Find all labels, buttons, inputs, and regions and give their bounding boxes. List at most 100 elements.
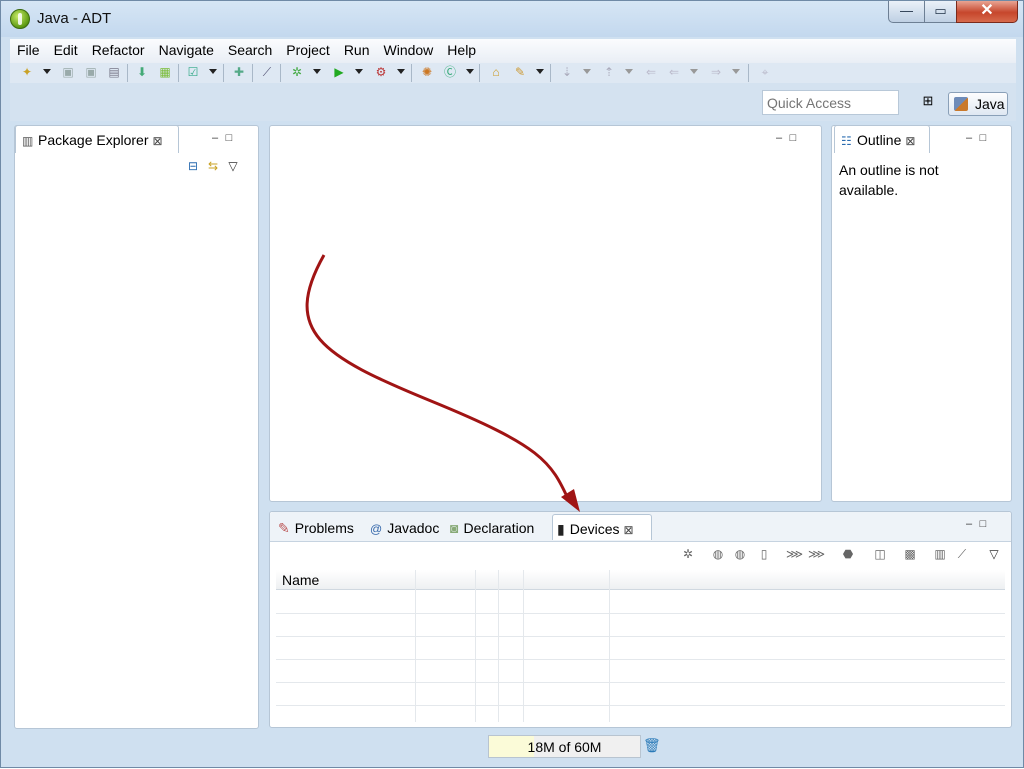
debug-process-icon[interactable]: ✲: [680, 546, 696, 562]
stop-process-icon[interactable]: ⬣: [840, 546, 856, 562]
run-icon[interactable]: ▶: [332, 65, 346, 79]
back-dropdown-icon[interactable]: [690, 69, 698, 74]
minimize-view-icon[interactable]: –: [962, 132, 976, 144]
device-icon: ▮: [557, 521, 565, 537]
tab-package-explorer[interactable]: ▥ Package Explorer ⊠: [15, 125, 179, 153]
new-icon[interactable]: ✦: [20, 65, 34, 79]
dump-view-hierarchy-icon[interactable]: ▥: [932, 546, 948, 562]
sdk-manager-icon[interactable]: ⬇: [135, 65, 149, 79]
column-name[interactable]: Name: [282, 572, 319, 588]
avd-manager-icon[interactable]: ▦: [158, 65, 172, 79]
java-perspective-button[interactable]: Java: [948, 92, 1008, 116]
new-java-package-icon[interactable]: ✺: [420, 65, 434, 79]
menu-refactor[interactable]: Refactor: [85, 39, 152, 61]
menu-file[interactable]: File: [10, 39, 47, 61]
tab-label: Outline: [857, 132, 902, 148]
new-class-dropdown-icon[interactable]: [466, 69, 474, 74]
prev-annotation-dropdown-icon[interactable]: [625, 69, 633, 74]
skip-breakpoints-icon[interactable]: ⟋: [260, 65, 274, 79]
tab-outline[interactable]: ☷ Outline ⊠: [834, 125, 930, 153]
start-method-profiling-icon[interactable]: ⋙: [808, 546, 825, 562]
garbage-collect-icon[interactable]: 🗑: [643, 737, 661, 755]
minimize-button[interactable]: —: [888, 1, 925, 23]
search-tool-icon[interactable]: ✎: [513, 65, 527, 79]
tab-devices[interactable]: ▮ Devices ⊠: [552, 514, 652, 540]
tab-problems[interactable]: ✎ Problems: [274, 514, 358, 540]
forward-icon[interactable]: ⇒: [709, 65, 723, 79]
outline-panel: ☷ Outline ⊠ – □ An outline is not available…: [831, 125, 1012, 502]
maximize-editor-icon[interactable]: □: [786, 132, 800, 144]
prev-annotation-icon[interactable]: ⇡: [602, 65, 616, 79]
new-java-class-icon[interactable]: Ⓒ: [443, 65, 457, 79]
next-annotation-icon[interactable]: ⇣: [560, 65, 574, 79]
maximize-button[interactable]: ▭: [924, 1, 957, 23]
view-menu-icon[interactable]: ▽: [223, 159, 243, 173]
dump-hprof-icon[interactable]: ◍: [732, 546, 748, 562]
package-explorer-toolbar: ⊟ ⇆ ▽: [183, 159, 255, 173]
back-icon[interactable]: ⇐: [667, 65, 681, 79]
external-tools-dropdown-icon[interactable]: [397, 69, 405, 74]
title-bar[interactable]: Java - ADT — ▭ ✕: [1, 1, 1023, 37]
bottom-tab-row: ✎ Problems @ Javadoc ◙ Declaration ▮ Devices…: [270, 512, 1011, 542]
link-with-editor-icon[interactable]: ⇆: [203, 159, 223, 173]
open-type-icon[interactable]: ⌂: [489, 65, 503, 79]
heap-status[interactable]: 18M of 60M: [488, 735, 641, 758]
menu-window[interactable]: Window: [377, 39, 441, 61]
forward-dropdown-icon[interactable]: [732, 69, 740, 74]
open-perspective-icon[interactable]: ⊞: [918, 93, 938, 111]
debug-icon[interactable]: ✲: [290, 65, 304, 79]
update-heap-icon[interactable]: ◍: [710, 546, 726, 562]
lint-icon[interactable]: ☑: [186, 65, 200, 79]
debug-dropdown-icon[interactable]: [313, 69, 321, 74]
tab-declaration[interactable]: ◙ Declaration: [446, 514, 538, 540]
close-tab-icon[interactable]: ⊠: [905, 134, 915, 148]
editor-controls: – □: [772, 132, 802, 144]
lint-dropdown-icon[interactable]: [209, 69, 217, 74]
minimize-editor-icon[interactable]: –: [772, 132, 786, 144]
pin-editor-icon[interactable]: ⌖: [758, 65, 772, 79]
collapse-all-icon[interactable]: ⊟: [183, 159, 203, 173]
close-tab-icon[interactable]: ⊠: [153, 134, 163, 148]
maximize-view-icon[interactable]: □: [976, 132, 990, 144]
last-edit-icon[interactable]: ⇐: [644, 65, 658, 79]
javadoc-icon: @: [370, 522, 383, 536]
devices-table[interactable]: Name: [276, 570, 1005, 722]
tab-label: Javadoc: [387, 520, 440, 536]
search-dropdown-icon[interactable]: [536, 69, 544, 74]
print-icon[interactable]: ▤: [107, 65, 121, 79]
menu-search[interactable]: Search: [221, 39, 279, 61]
quick-access-bar: ⊞ Java: [10, 83, 1016, 121]
new-android-project-icon[interactable]: ✚: [232, 65, 246, 79]
devices-toolbar: ✲ ◍ ◍ ▯ ⋙ ⋙ ⬣ ◫ ▩ ▥ ⟋ ▽: [680, 546, 1010, 564]
ide-window: Java - ADT — ▭ ✕ File Edit Refactor Navigat…: [0, 0, 1024, 768]
menu-run[interactable]: Run: [337, 39, 377, 61]
editor-area[interactable]: – □: [269, 125, 822, 502]
quick-access-input[interactable]: [762, 90, 899, 115]
menu-help[interactable]: Help: [440, 39, 483, 61]
maximize-view-icon[interactable]: □: [222, 132, 236, 144]
save-all-icon[interactable]: ▣: [84, 65, 98, 79]
cause-gc-icon[interactable]: ▯: [756, 546, 772, 562]
view-menu-icon[interactable]: ▽: [986, 546, 1002, 562]
save-icon[interactable]: ▣: [61, 65, 75, 79]
systrace-icon[interactable]: ▩: [902, 546, 918, 562]
minimize-view-icon[interactable]: –: [962, 518, 976, 530]
tab-javadoc[interactable]: @ Javadoc: [366, 514, 443, 540]
close-tab-icon[interactable]: ⊠: [624, 523, 634, 537]
menu-project[interactable]: Project: [279, 39, 337, 61]
external-tools-icon[interactable]: ⚙: [374, 65, 388, 79]
menu-edit[interactable]: Edit: [47, 39, 85, 61]
view-controls: – □: [962, 132, 992, 144]
close-button[interactable]: ✕: [956, 1, 1018, 23]
screen-capture-icon[interactable]: ◫: [872, 546, 888, 562]
minimize-view-icon[interactable]: –: [208, 132, 222, 144]
table-header: Name: [276, 570, 1005, 590]
update-threads-icon[interactable]: ⋙: [786, 546, 803, 562]
outline-message: An outline is not available.: [839, 162, 939, 198]
maximize-view-icon[interactable]: □: [976, 518, 990, 530]
next-annotation-dropdown-icon[interactable]: [583, 69, 591, 74]
capture-opengl-trace-icon[interactable]: ⟋: [954, 546, 970, 562]
new-dropdown-icon[interactable]: [43, 69, 51, 74]
menu-navigate[interactable]: Navigate: [152, 39, 221, 61]
run-dropdown-icon[interactable]: [355, 69, 363, 74]
